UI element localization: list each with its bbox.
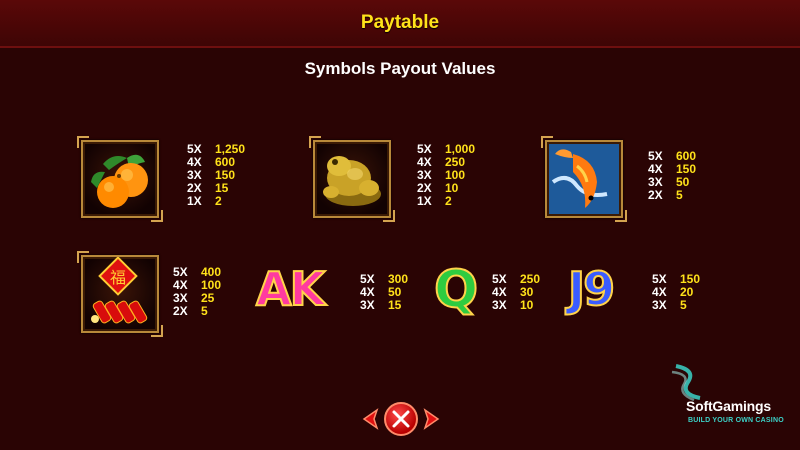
multiplier-label: 3X	[492, 298, 507, 312]
softgamings-logo: SoftGamings BUILD YOUR OWN CASINO	[668, 362, 798, 432]
pay-row: 1X 2	[417, 195, 475, 208]
q-payouts: 5X 250 4X 30 3X 10	[492, 273, 540, 312]
ak-payouts: 5X 300 4X 50 3X 15	[360, 273, 408, 312]
multiplier-label: 1X	[417, 194, 432, 208]
oranges-symbol-tile	[77, 136, 163, 222]
pay-row: 3X 15	[360, 299, 408, 312]
golden-toad-symbol-tile	[309, 136, 395, 222]
koi-fish-symbol-tile	[541, 136, 627, 222]
page-title: Paytable	[360, 12, 440, 33]
firecrackers-payouts: 5X 400 4X 100 3X 25 2X 5	[173, 266, 221, 318]
pay-row: 2X 5	[173, 305, 221, 318]
koi-fish-icon	[549, 144, 619, 214]
multiplier-label: 2X	[173, 304, 188, 318]
paytable-header: Paytable	[0, 0, 800, 48]
close-button[interactable]	[384, 402, 418, 436]
oranges-icon	[91, 154, 148, 208]
firecrackers-symbol-tile: 福	[77, 251, 163, 337]
multiplier-label: 3X	[360, 298, 375, 312]
koi-fish-payouts: 5X 600 4X 150 3X 50 2X 5	[648, 150, 696, 202]
golden-toad-icon	[323, 156, 381, 206]
logo-tagline: BUILD YOUR OWN CASINO	[688, 417, 784, 424]
section-subtitle: Symbols Payout Values	[304, 59, 496, 78]
fu-character: 福	[110, 268, 126, 287]
softgamings-emblem-icon	[671, 364, 701, 402]
firecrackers-icon: 福	[91, 257, 148, 324]
ak-symbol-icon: AK	[255, 261, 326, 317]
next-page-arrow-icon[interactable]	[423, 408, 441, 430]
previous-page-arrow-icon[interactable]	[361, 408, 379, 430]
payout-value: 5	[680, 298, 687, 312]
multiplier-label: 2X	[648, 188, 663, 202]
pay-row: 3X 10	[492, 299, 540, 312]
golden-toad-payouts: 5X 1,000 4X 250 3X 100 2X 10 1X 2	[417, 143, 475, 208]
q-symbol-icon: Q	[433, 259, 479, 321]
close-icon	[392, 410, 410, 428]
paytable-navigation	[357, 400, 443, 440]
j9-payouts: 5X 150 4X 20 3X 5	[652, 273, 700, 312]
pay-row: 3X 5	[652, 299, 700, 312]
multiplier-label: 3X	[652, 298, 667, 312]
pay-row: 1X 2	[187, 195, 245, 208]
payout-value: 2	[445, 194, 452, 208]
payout-value: 15	[388, 298, 402, 312]
payout-value: 2	[215, 194, 222, 208]
payout-value: 5	[676, 188, 683, 202]
j9-symbol-icon: J9	[567, 261, 616, 317]
oranges-payouts: 5X 1,250 4X 600 3X 150 2X 15 1X 2	[187, 143, 245, 208]
payout-value: 5	[201, 304, 208, 318]
multiplier-label: 1X	[187, 194, 202, 208]
pay-row: 2X 5	[648, 189, 696, 202]
logo-name: SoftGamings	[686, 398, 771, 414]
payout-value: 10	[520, 298, 534, 312]
